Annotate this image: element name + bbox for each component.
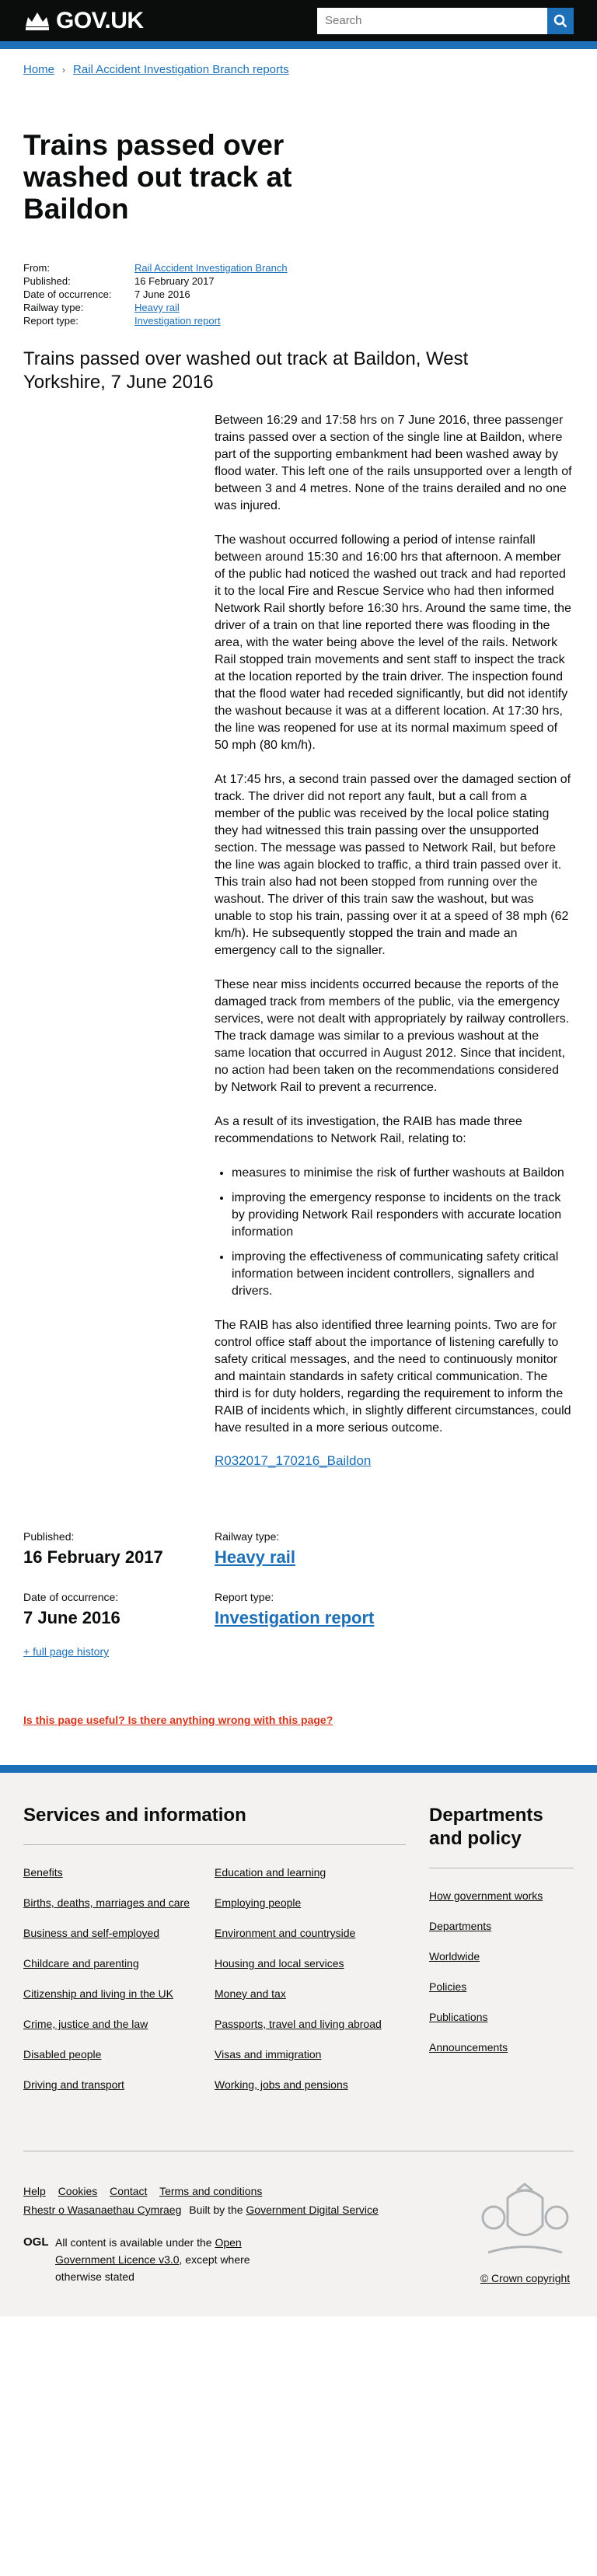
search-button[interactable] (547, 7, 574, 34)
body-paragraph: At 17:45 hrs, a second train passed over… (215, 773, 571, 957)
footer-link-childcare[interactable]: Childcare and parenting (23, 1956, 191, 1971)
breadcrumb-raib-reports[interactable]: Rail Accident Investigation Branch repor… (73, 63, 289, 76)
body-content: Between 16:29 and 17:58 hrs on 7 June 20… (215, 394, 572, 1470)
railway-type-link[interactable]: Heavy rail (134, 302, 180, 313)
footer-link-births[interactable]: Births, deaths, marriages and care (23, 1896, 191, 1910)
footer-link-working[interactable]: Working, jobs and pensions (215, 2078, 382, 2092)
footer-link-terms[interactable]: Terms and conditions (159, 2185, 262, 2197)
metadata-row-published: Published: 16 February 2017 (23, 274, 574, 288)
metadata-label: From: (23, 262, 50, 274)
report-type-value-link[interactable]: Investigation report (215, 1608, 406, 1628)
services-column-1: Benefits Births, deaths, marriages and c… (23, 1865, 215, 2108)
from-link[interactable]: Rail Accident Investigation Branch (134, 262, 288, 274)
crown-icon (26, 12, 49, 30)
footer-link-money[interactable]: Money and tax (215, 1987, 382, 2001)
gds-link[interactable]: Government Digital Service (246, 2204, 378, 2216)
footer-link-environment[interactable]: Environment and countryside (215, 1926, 382, 1941)
bottom-metadata: Published: 16 February 2017 Railway type… (0, 1487, 597, 1628)
footer-link-announcements[interactable]: Announcements (429, 2040, 546, 2055)
footer-link-help[interactable]: Help (23, 2185, 46, 2197)
search-icon (553, 14, 567, 27)
metadata-row-from: From: Rail Accident Investigation Branch (23, 261, 574, 274)
metadata-label: Railway type: (23, 302, 84, 313)
departments-section: Departments and policy How government wo… (429, 1804, 574, 2108)
footer-link-publications[interactable]: Publications (429, 2010, 546, 2025)
footer-link-contact[interactable]: Contact (110, 2185, 147, 2197)
metadata-label: Date of occurrence: (23, 288, 112, 300)
full-page-history-link[interactable]: + full page history (23, 1645, 109, 1658)
metadata: From: Rail Accident Investigation Branch… (0, 225, 597, 327)
recommendations-list: measures to minimise the risk of further… (215, 1165, 572, 1300)
attachment-link[interactable]: R032017_170216_Baildon (215, 1453, 371, 1468)
body-paragraph: The washout occurred following a period … (215, 533, 571, 752)
report-type-label: Report type: (215, 1591, 274, 1603)
footer-link-departments[interactable]: Departments (429, 1919, 546, 1934)
breadcrumb-separator-icon: › (62, 64, 66, 75)
footer-meta: Help Cookies Contact Terms and condition… (23, 2151, 574, 2285)
metadata-label: Report type: (23, 315, 79, 327)
page-title: Trains passed over washed out track at B… (23, 129, 292, 225)
footer-link-welsh[interactable]: Rhestr o Wasanaethau Cymraeg (23, 2204, 181, 2216)
ogl-logo: OGL (23, 2235, 49, 2249)
footer-link-cookies[interactable]: Cookies (58, 2185, 98, 2197)
footer-link-visas[interactable]: Visas and immigration (215, 2047, 382, 2062)
search-form (317, 7, 574, 34)
footer-link-how-government-works[interactable]: How government works (429, 1889, 546, 1903)
services-section: Services and information Benefits Births… (23, 1804, 406, 2108)
metadata-row-occurrence: Date of occurrence: 7 June 2016 (23, 288, 574, 301)
published-value: 16 February 2017 (23, 1547, 163, 1567)
railway-type-value-link[interactable]: Heavy rail (215, 1547, 406, 1568)
footer-link-policies[interactable]: Policies (429, 1980, 546, 1994)
search-input[interactable] (317, 7, 547, 34)
footer-link-disabled[interactable]: Disabled people (23, 2047, 191, 2062)
built-by-prefix: Built by the (189, 2204, 246, 2216)
feedback-prompt: Is this page useful? Is there anything w… (0, 1658, 597, 1726)
metadata-label: Published: (23, 275, 71, 287)
logo-text: GOV.UK (56, 7, 144, 33)
breadcrumb: Home › Rail Accident Investigation Branc… (0, 49, 597, 76)
footer-meta-links: Help Cookies Contact Terms and condition… (23, 2183, 379, 2200)
list-item: improving the emergency response to inci… (232, 1190, 572, 1241)
site-header: GOV.UK (0, 0, 597, 49)
footer-link-crime[interactable]: Crime, justice and the law (23, 2017, 191, 2032)
metadata-value: 7 June 2016 (134, 288, 190, 300)
published-label: Published: (23, 1530, 75, 1543)
footer-link-citizenship[interactable]: Citizenship and living in the UK (23, 1987, 191, 2001)
body-paragraph: The RAIB has also identified three learn… (215, 1319, 571, 1435)
metadata-row-railway-type: Railway type: Heavy rail (23, 301, 574, 314)
occurrence-value: 7 June 2016 (23, 1608, 120, 1627)
services-column-2: Education and learning Employing people … (215, 1865, 406, 2108)
govuk-logo-link[interactable]: GOV.UK (23, 8, 144, 34)
footer-link-benefits[interactable]: Benefits (23, 1865, 191, 1880)
footer-link-passports[interactable]: Passports, travel and living abroad (215, 2017, 382, 2032)
body-paragraph: Between 16:29 and 17:58 hrs on 7 June 20… (215, 414, 572, 512)
body-paragraph: These near miss incidents occurred becau… (215, 978, 570, 1094)
list-item: measures to minimise the risk of further… (232, 1165, 572, 1182)
services-heading: Services and information (23, 1804, 406, 1845)
metadata-row-report-type: Report type: Investigation report (23, 314, 574, 327)
crown-copyright-link[interactable]: © Crown copyright (477, 2272, 574, 2284)
footer-link-driving[interactable]: Driving and transport (23, 2078, 191, 2092)
railway-type-label: Railway type: (215, 1530, 280, 1543)
footer-link-education[interactable]: Education and learning (215, 1865, 382, 1880)
footer-link-employing[interactable]: Employing people (215, 1896, 382, 1910)
footer-link-worldwide[interactable]: Worldwide (429, 1949, 546, 1964)
occurrence-label: Date of occurrence: (23, 1591, 119, 1603)
breadcrumb-home[interactable]: Home (23, 63, 54, 76)
footer-link-housing[interactable]: Housing and local services (215, 1956, 382, 1971)
metadata-value: 16 February 2017 (134, 275, 215, 287)
site-footer: Services and information Benefits Births… (0, 1765, 597, 2316)
list-item: improving the effectiveness of communica… (232, 1249, 572, 1300)
royal-coat-of-arms-icon (481, 2183, 569, 2254)
body-paragraph: As a result of its investigation, the RA… (215, 1115, 522, 1145)
report-type-link[interactable]: Investigation report (134, 315, 221, 327)
page-subtitle: Trains passed over washed out track at B… (23, 348, 469, 393)
licence: OGL All content is available under the O… (23, 2234, 379, 2285)
footer-link-business[interactable]: Business and self-employed (23, 1926, 191, 1941)
feedback-link[interactable]: Is this page useful? Is there anything w… (23, 1714, 333, 1726)
departments-heading: Departments and policy (429, 1804, 574, 1868)
licence-prefix: All content is available under the (55, 2236, 215, 2249)
